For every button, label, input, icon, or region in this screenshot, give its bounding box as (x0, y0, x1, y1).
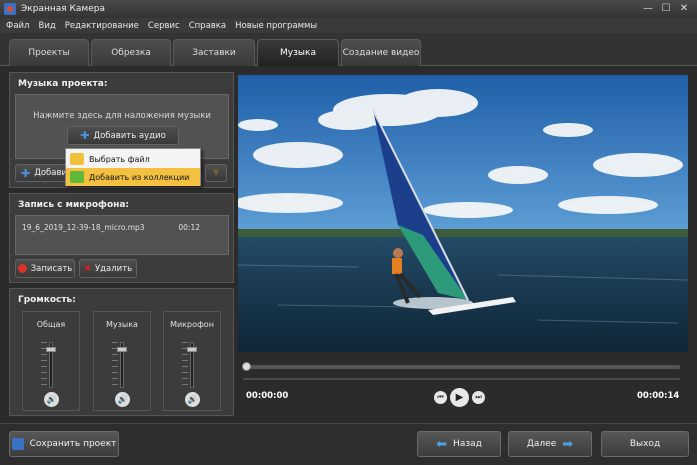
mixer-music: Музыка 🔊 (93, 311, 151, 411)
tab-create-video[interactable]: Создание видео (341, 39, 421, 66)
rewind-button[interactable]: ⏮ (434, 391, 447, 404)
plus-icon: ✚ (80, 129, 90, 142)
tab-bar: Проекты Обрезка Заставки Музыка Создание… (0, 33, 697, 66)
volume-heading: Громкость: (18, 295, 76, 305)
menu-view[interactable]: Вид (38, 21, 55, 31)
mixer-mic-label: Микрофон (170, 320, 214, 329)
app-camera-icon (4, 3, 16, 15)
minimize-button[interactable]: — (639, 1, 657, 16)
mixer-general: Общая 🔊 (22, 311, 80, 411)
popup-choose-file-label: Выбрать файл (89, 154, 150, 164)
record-button[interactable]: Записать (15, 259, 75, 278)
volume-slider-general[interactable] (46, 342, 56, 388)
mixer-music-label: Музыка (106, 320, 138, 329)
back-button[interactable]: ⬅ Назад (417, 431, 501, 457)
arrow-down-icon: ▼ (212, 168, 220, 178)
mic-file-name[interactable]: 19_6_2019_12-39-18_micro.mp3 (22, 223, 145, 232)
add-audio-label: Добавить аудио (93, 130, 166, 141)
floppy-icon (11, 438, 24, 450)
total-time: 00:00:14 (637, 391, 680, 401)
slider-thumb[interactable] (117, 347, 127, 353)
title-bar: Экранная Камера — ☐ ✕ (0, 0, 697, 18)
menu-bar: Файл Вид Редактирование Сервис Справка Н… (0, 18, 697, 33)
popup-add-from-collection-label: Добавить из коллекции (89, 172, 190, 182)
maximize-button[interactable]: ☐ (657, 1, 675, 16)
slider-thumb[interactable] (187, 347, 197, 353)
arrow-left-icon: ⬅ (436, 436, 448, 452)
window-title: Экранная Камера (21, 4, 105, 14)
music-note-icon (70, 171, 84, 183)
arrow-right-icon: ➡ (562, 436, 574, 452)
music-heading: Музыка проекта: (18, 79, 108, 89)
mic-recordings-list: 19_6_2019_12-39-18_micro.mp3 00:12 (15, 215, 229, 255)
record-label: Записать (30, 263, 73, 274)
volume-slider-music[interactable] (117, 342, 127, 388)
add-button[interactable]: ✚ Добавит (15, 164, 71, 182)
volume-slider-mic[interactable] (187, 342, 197, 388)
move-down-button[interactable]: ▼ (205, 164, 227, 182)
menu-new-programs[interactable]: Новые программы (235, 21, 317, 31)
folder-icon (70, 153, 84, 165)
speaker-icon[interactable]: 🔊 (44, 392, 59, 407)
save-project-button[interactable]: Сохранить проект (9, 431, 119, 457)
menu-service[interactable]: Сервис (148, 21, 180, 31)
popup-choose-file[interactable]: Выбрать файл (66, 150, 200, 168)
menu-help[interactable]: Справка (189, 21, 226, 31)
tab-trim[interactable]: Обрезка (91, 39, 171, 66)
speaker-icon[interactable]: 🔊 (185, 392, 200, 407)
current-time: 00:00:00 (246, 391, 289, 401)
back-label: Назад (453, 439, 482, 449)
music-drop-hint: Нажмите здесь для наложения музыки (33, 111, 211, 121)
plus-icon: ✚ (21, 166, 31, 180)
video-preview[interactable] (238, 75, 688, 352)
next-button[interactable]: Далее ➡ (508, 431, 592, 457)
slider-thumb[interactable] (46, 347, 56, 353)
mixer-mic: Микрофон 🔊 (163, 311, 221, 411)
forward-button[interactable]: ⏭ (472, 391, 485, 404)
speaker-icon[interactable]: 🔊 (115, 392, 130, 407)
delete-button[interactable]: ✖ Удалить (79, 259, 137, 278)
exit-button[interactable]: Выход (601, 431, 689, 457)
mic-file-duration: 00:12 (178, 223, 200, 232)
seek-knob[interactable] (242, 362, 251, 371)
add-audio-button[interactable]: ✚ Добавить аудио (67, 126, 179, 145)
close-button[interactable]: ✕ (675, 1, 693, 16)
video-frame-image (238, 75, 688, 352)
next-label: Далее (526, 439, 557, 449)
save-project-label: Сохранить проект (29, 439, 117, 449)
tab-intros[interactable]: Заставки (173, 39, 255, 66)
menu-file[interactable]: Файл (6, 21, 29, 31)
seek-bar[interactable] (242, 362, 680, 371)
seek-bar-secondary (243, 378, 680, 380)
tab-music[interactable]: Музыка (257, 39, 339, 66)
mic-heading: Запись с микрофона: (18, 200, 130, 210)
delete-label: Удалить (94, 263, 133, 274)
record-icon (17, 264, 27, 273)
popup-add-from-collection[interactable]: Добавить из коллекции (66, 168, 200, 186)
menu-edit[interactable]: Редактирование (65, 21, 139, 31)
exit-label: Выход (629, 439, 661, 449)
delete-x-icon: ✖ (83, 263, 91, 274)
play-button[interactable]: ▶ (450, 388, 469, 407)
tab-projects[interactable]: Проекты (9, 39, 89, 66)
add-audio-dropdown: Выбрать файл Добавить из коллекции (65, 148, 201, 186)
mixer-general-label: Общая (36, 320, 66, 329)
